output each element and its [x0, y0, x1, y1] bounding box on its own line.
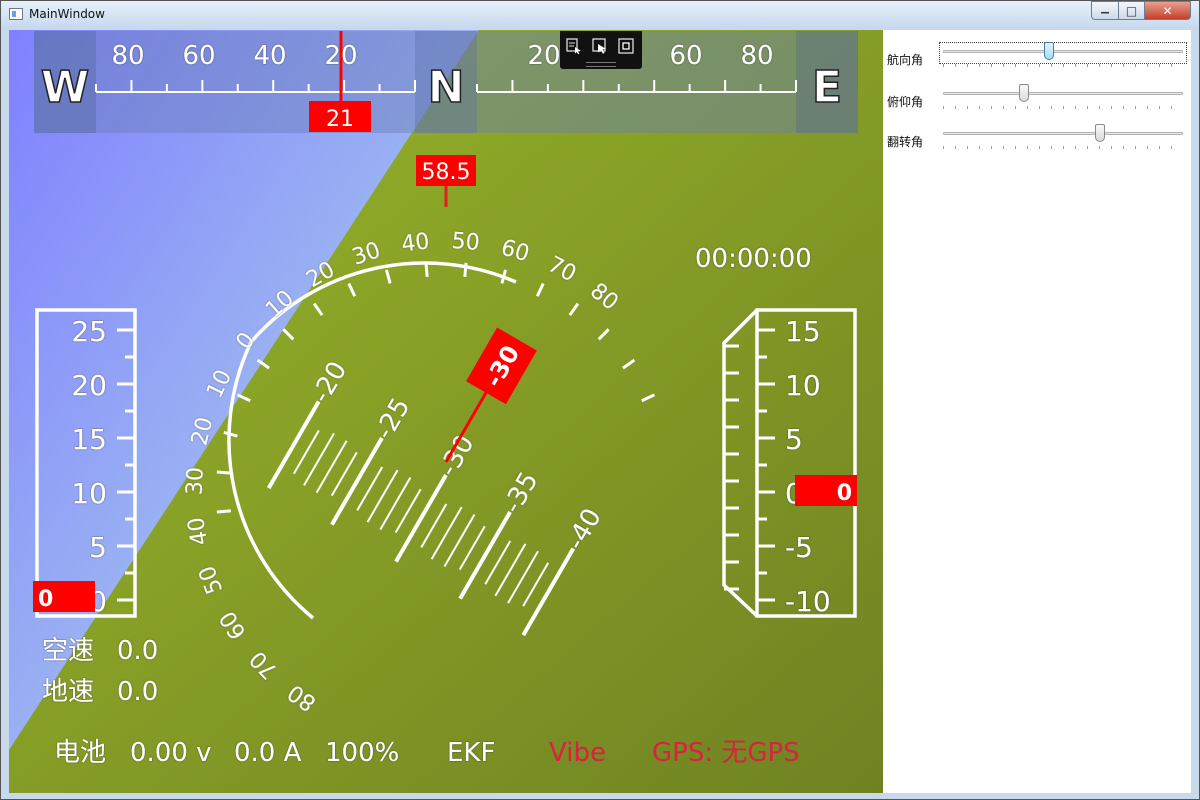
heading-slider-thumb[interactable]: [1044, 42, 1055, 60]
maximize-button[interactable]: □: [1118, 1, 1145, 20]
altitude-tape-value: 0: [837, 481, 852, 506]
compass-strip: W N E 80 60 40 20 20 40 60 80 21: [34, 31, 858, 133]
roll-slider-label: 翻转角: [887, 135, 924, 149]
battery-percent: 100%: [325, 738, 399, 768]
select-element-icon[interactable]: [566, 38, 582, 54]
compass-tick-label: 60: [669, 41, 702, 71]
maximize-icon: □: [1125, 3, 1138, 18]
compass-west: W: [41, 62, 90, 113]
airspeed-tick: 25: [71, 315, 107, 348]
roll-arc-label: 30: [183, 467, 209, 496]
overlay-toolbar: [560, 31, 642, 69]
compass-tick-label: 80: [740, 41, 773, 71]
altitude-tick: 5: [785, 423, 803, 456]
heading-slider-focus-frame: [939, 42, 1187, 64]
groundspeed-value: 0.0: [117, 677, 158, 707]
airspeed-tape-value: 0: [38, 587, 53, 612]
altitude-tick: 10: [785, 369, 821, 402]
roll-slider-thumb[interactable]: [1094, 124, 1105, 142]
altitude-tick: -5: [785, 531, 813, 564]
pointer-icon[interactable]: [592, 38, 608, 54]
heading-slider-row: 航向角: [887, 42, 1187, 70]
airspeed-value: 0.0: [117, 636, 158, 666]
ekf-status: EKF: [447, 738, 495, 768]
pitch-slider-ticks: [943, 106, 1183, 109]
roll-slider-track[interactable]: [943, 132, 1183, 135]
pitch-slider-track[interactable]: [943, 92, 1183, 95]
bounds-icon[interactable]: [618, 38, 634, 54]
hud-canvas: W N E 80 60 40 20 20 40 60 80 21: [9, 30, 883, 793]
heading-slider-label: 航向角: [887, 53, 924, 67]
roll-arc-label: 40: [400, 229, 431, 257]
pitch-slider-label: 俯仰角: [887, 95, 924, 109]
roll-arc-tick: [216, 470, 231, 475]
roll-arc-tick: [463, 262, 468, 277]
vibe-status: Vibe: [549, 738, 606, 768]
compass-tick-label: 60: [182, 41, 215, 71]
roll-arc-tick: [216, 509, 231, 514]
minimize-icon: ▁: [1101, 3, 1109, 14]
roll-slider-ticks: [943, 146, 1183, 149]
toolbar-grip[interactable]: [586, 62, 616, 67]
roll-arc-label: 50: [451, 229, 481, 256]
battery-current: 0.0 A: [234, 738, 302, 768]
altitude-tick: -10: [785, 585, 831, 618]
roll-arc-tick: [424, 262, 429, 277]
close-icon: ✕: [1162, 3, 1173, 18]
compass-east: E: [812, 62, 842, 113]
compass-north: N: [428, 62, 465, 113]
flight-timer: 00:00:00: [695, 244, 812, 274]
flight-hud: W N E 80 60 40 20 20 40 60 80 21: [9, 30, 883, 793]
groundspeed-label: 地速: [42, 677, 94, 707]
airspeed-tick: 20: [71, 369, 107, 402]
gps-status: GPS: 无GPS: [652, 738, 800, 768]
attitude-control-panel: 航向角 俯仰角 翻转角: [883, 30, 1191, 793]
pitch-value: 58.5: [422, 160, 471, 185]
main-window: MainWindow ▁ □ ✕ W N E 80 60 40 20 20 60…: [0, 0, 1200, 800]
close-button[interactable]: ✕: [1144, 1, 1191, 20]
title-bar[interactable]: MainWindow ▁ □ ✕: [1, 1, 1199, 29]
compass-tick-label: 40: [253, 41, 286, 71]
roll-arc-label: 40: [184, 515, 213, 547]
heading-value: 21: [326, 107, 354, 132]
roll-slider-row: 翻转角: [887, 124, 1187, 152]
client-area: W N E 80 60 40 20 20 40 60 80 21: [9, 30, 1191, 793]
window-title: MainWindow: [29, 7, 105, 21]
battery-voltage: 0.00 v: [130, 738, 212, 768]
pitch-slider-row: 俯仰角: [887, 84, 1187, 112]
battery-label: 电池: [54, 738, 106, 768]
heading-slider-track[interactable]: [943, 50, 1183, 53]
compass-tick-label: 80: [111, 41, 144, 71]
pitch-slider-thumb[interactable]: [1018, 84, 1029, 102]
altitude-tick: 15: [785, 315, 821, 348]
airspeed-tick: 5: [89, 531, 107, 564]
app-icon: [9, 8, 23, 20]
compass-tick-label: 20: [527, 41, 560, 71]
airspeed-tick: 15: [71, 423, 107, 456]
heading-slider-ticks: [943, 64, 1183, 67]
airspeed-label: 空速: [42, 636, 94, 666]
airspeed-tick: 10: [71, 477, 107, 510]
minimize-button[interactable]: ▁: [1091, 1, 1119, 20]
